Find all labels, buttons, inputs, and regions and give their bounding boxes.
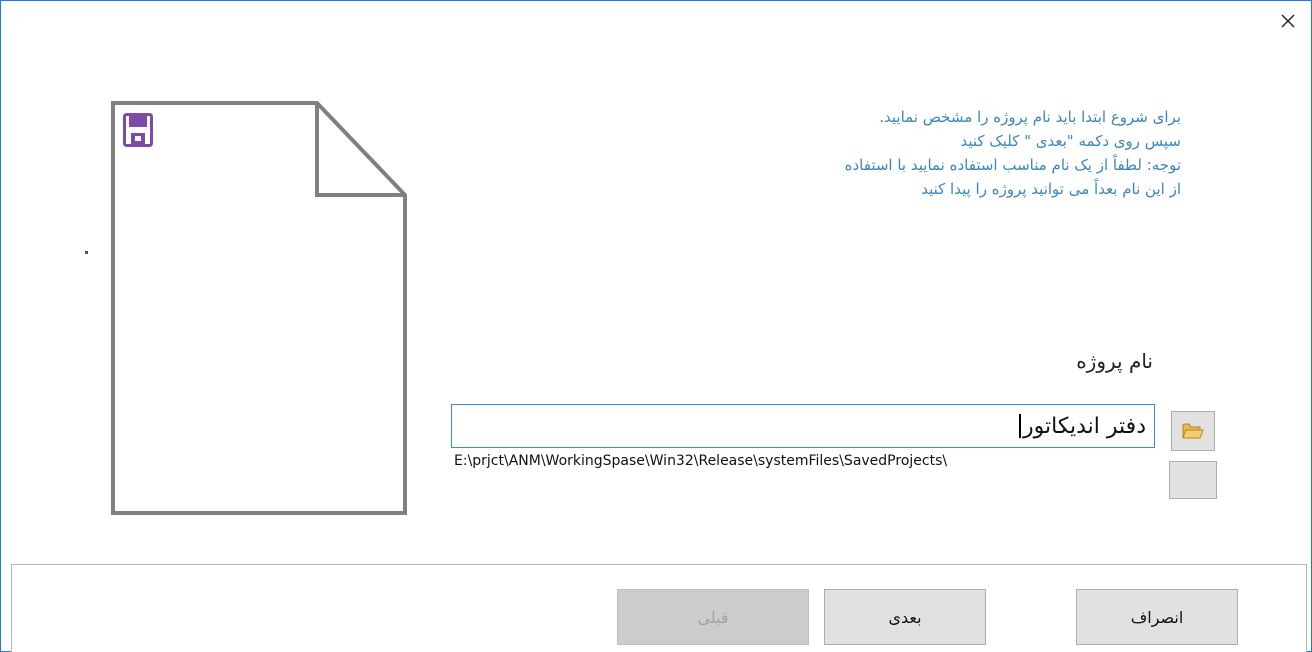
instruction-line: از این نام بعداً می توانید پروژه را پیدا… [921,180,1181,198]
cancel-button[interactable]: انصراف [1076,589,1238,645]
folder-open-icon [1182,423,1204,439]
project-name-input[interactable]: دفتر اندیکاتور [451,404,1155,448]
text-caret [1019,414,1022,438]
instruction-line: توجه: لطفاً از یک نام مناسب استفاده نمای… [844,156,1181,174]
instructions-text: برای شروع ابتدا باید نام پروژه را مشخص ن… [621,105,1181,201]
next-button[interactable]: بعدی [824,589,986,645]
document-outline-icon [111,101,407,515]
browse-folder-button[interactable] [1171,411,1215,451]
project-path-text: E:\prjct\ANM\WorkingSpase\Win32\Release\… [454,453,948,469]
project-name-label: نام پروژه [1076,349,1153,373]
instruction-line: برای شروع ابتدا باید نام پروژه را مشخص ن… [879,108,1181,126]
wizard-dialog: برای شروع ابتدا باید نام پروژه را مشخص ن… [0,0,1312,652]
secondary-button[interactable] [1169,461,1217,499]
close-icon [1281,14,1295,28]
close-button[interactable] [1265,1,1311,41]
instruction-line: سپس روی دکمه "بعدی " کلیک کنید [960,132,1181,150]
previous-button[interactable]: قبلی [617,589,809,645]
stray-dot [85,251,88,254]
project-name-value: دفتر اندیکاتور [1023,413,1146,439]
floppy-disk-icon [123,113,153,147]
